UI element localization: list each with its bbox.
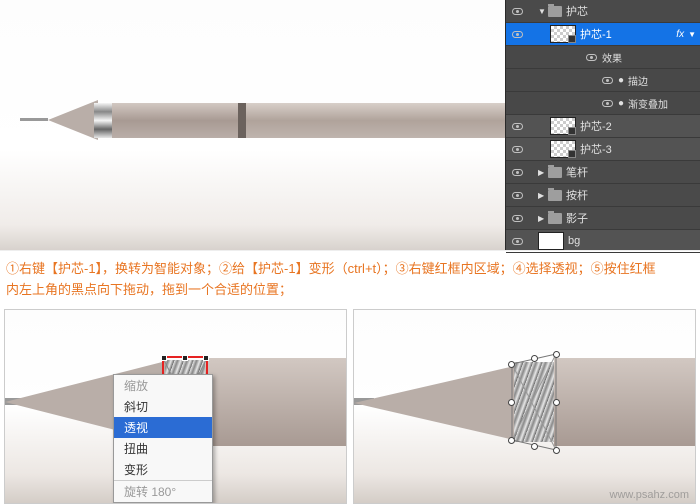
eye-icon [586,54,597,61]
folder-icon [548,6,562,17]
examples-row: 缩放 斜切 透视 扭曲 变形 旋转 180° www.psahz.com [0,309,700,504]
watermark: www.psahz.com [610,489,689,501]
visibility-toggle[interactable] [510,27,524,41]
menu-item-skew[interactable]: 斜切 [114,396,212,417]
disclosure-icon[interactable]: ▶ [538,168,546,177]
folder-icon [548,167,562,178]
pencil-dark-band [238,103,246,138]
eye-icon [512,169,523,176]
ex-body [554,358,696,446]
layer-huxin-1[interactable]: 护芯-1 fx ▼ [506,23,700,46]
menu-item-scale[interactable]: 缩放 [114,375,212,396]
handle-top-left[interactable] [161,355,167,361]
pencil-tip [48,100,98,140]
layer-thumbnail [550,140,576,158]
eye-icon [512,31,523,38]
layer-thumbnail [538,232,564,250]
eye-icon [602,77,613,84]
visibility-toggle[interactable] [510,188,524,202]
pencil-illustration [0,100,520,150]
eye-icon [512,146,523,153]
effect-gradient-overlay[interactable]: ● 渐变叠加 [506,92,700,115]
layer-label: 护芯-2 [580,118,612,134]
visibility-toggle[interactable] [510,4,524,18]
layer-group-bigan[interactable]: ▶ 笔杆 [506,161,700,184]
menu-item-rotate180[interactable]: 旋转 180° [114,480,212,502]
effect-label: 描边 [628,73,648,88]
eye-icon [512,238,523,245]
visibility-toggle[interactable] [510,142,524,156]
persp-handle-tm[interactable] [531,355,538,362]
pencil-metal-ring [94,103,112,138]
persp-handle-rm[interactable] [553,399,560,406]
example-after: www.psahz.com [353,309,696,504]
layer-label: 影子 [566,210,588,226]
transform-context-menu[interactable]: 缩放 斜切 透视 扭曲 变形 旋转 180° [113,374,213,503]
pencil-body-rear [246,103,546,138]
instruction-line-2: 内左上角的黑点向下拖动，拖到一个合适的位置； [6,280,694,301]
effect-label: 渐变叠加 [628,96,668,111]
menu-item-perspective[interactable]: 透视 [114,417,212,438]
menu-item-warp[interactable]: 变形 [114,459,212,480]
persp-handle-tr[interactable] [553,351,560,358]
effects-header[interactable]: 效果 [506,46,700,69]
visibility-toggle[interactable] [600,96,614,110]
persp-handle-br[interactable] [553,447,560,454]
folder-icon [548,213,562,224]
persp-handle-tl[interactable] [508,361,515,368]
layer-thumbnail [550,25,576,43]
pencil-body-front [112,103,242,138]
disclosure-icon[interactable]: ▼ [538,7,546,16]
eye-icon [512,8,523,15]
handle-top-right[interactable] [203,355,209,361]
disclosure-icon[interactable]: ▶ [538,214,546,223]
fx-collapse-icon[interactable]: ▼ [688,30,696,39]
visibility-toggle[interactable] [600,73,614,87]
layer-bg[interactable]: bg [506,230,700,253]
layer-group-huxin[interactable]: ▼ 护芯 [506,0,700,23]
eye-icon [512,123,523,130]
layers-panel[interactable]: ▼ 护芯 护芯-1 fx ▼ 效果 ● 描边 ● 渐变叠加 [505,0,700,250]
fx-badge[interactable]: fx [676,29,684,40]
layer-group-angan[interactable]: ▶ 按杆 [506,184,700,207]
layer-label: 按杆 [566,187,588,203]
visibility-toggle[interactable] [584,50,598,64]
eye-icon [602,100,613,107]
visibility-toggle[interactable] [510,165,524,179]
persp-handle-lm[interactable] [508,399,515,406]
eye-icon [512,192,523,199]
folder-icon [548,190,562,201]
disclosure-icon[interactable]: ▶ [538,191,546,200]
layer-label: 护芯-3 [580,141,612,157]
effects-label: 效果 [602,50,622,65]
ex-tip-perspective [354,365,519,441]
instruction-line-1: ①右键【护芯-1】，换转为智能对象；②给【护芯-1】变形（ctrl+t）；③右键… [6,259,694,280]
eye-icon [512,215,523,222]
visibility-toggle[interactable] [510,211,524,225]
visibility-toggle[interactable] [510,234,524,248]
smart-object-badge [568,35,576,43]
example-before: 缩放 斜切 透视 扭曲 变形 旋转 180° [4,309,347,504]
visibility-toggle[interactable] [510,119,524,133]
pencil-lead [20,118,48,121]
top-render-area: ▼ 护芯 护芯-1 fx ▼ 效果 ● 描边 ● 渐变叠加 [0,0,700,250]
layer-huxin-2[interactable]: 护芯-2 [506,115,700,138]
layer-group-yingzi[interactable]: ▶ 影子 [506,207,700,230]
smart-object-badge [568,127,576,135]
effect-stroke[interactable]: ● 描边 [506,69,700,92]
layer-label: 护芯 [566,3,588,19]
layer-huxin-3[interactable]: 护芯-3 [506,138,700,161]
ex-body [205,358,347,446]
layer-label: 笔杆 [566,164,588,180]
layer-label: bg [568,235,580,247]
handle-top-mid[interactable] [182,355,188,361]
smart-object-badge [568,150,576,158]
instruction-text: ①右键【护芯-1】，换转为智能对象；②给【护芯-1】变形（ctrl+t）；③右键… [0,250,700,309]
layer-label: 护芯-1 [580,26,612,42]
persp-handle-bl[interactable] [508,437,515,444]
persp-handle-bm[interactable] [531,443,538,450]
menu-item-distort[interactable]: 扭曲 [114,438,212,459]
layer-thumbnail [550,117,576,135]
